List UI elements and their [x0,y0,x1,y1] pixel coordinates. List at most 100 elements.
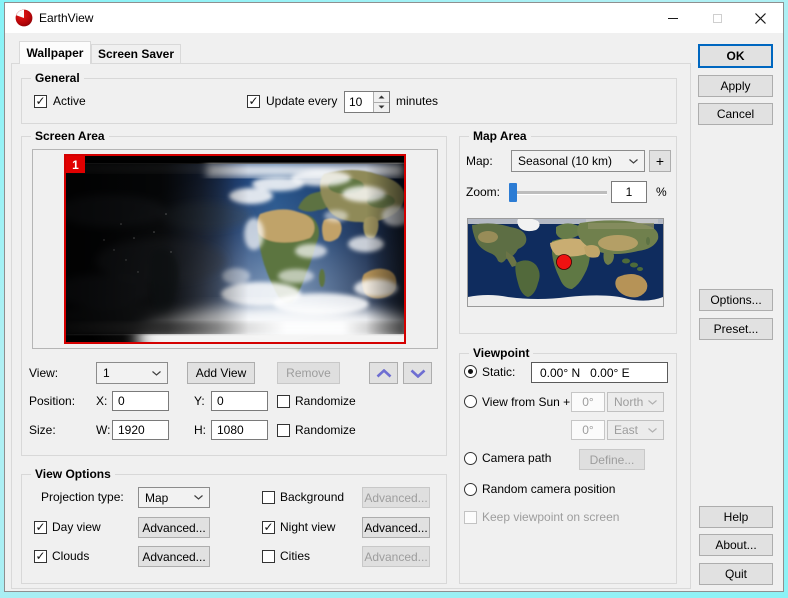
viewpoint-group-title: Viewpoint [469,346,534,361]
zoom-label: Zoom: [466,185,501,199]
clouds-label[interactable]: Clouds [52,549,89,564]
check-icon: ✓ [248,93,259,108]
move-view-up-button[interactable] [369,362,398,384]
static-radio[interactable] [464,365,477,378]
titlebar[interactable]: EarthView [5,3,783,33]
w-label: W: [96,423,111,437]
view-from-sun-label[interactable]: View from Sun + [482,395,570,410]
view-from-sun-radio[interactable] [464,395,477,408]
view-number-badge: 1 [66,156,85,173]
help-label: Help [723,510,749,524]
night-view-advanced-button[interactable]: Advanced... [362,517,430,538]
update-every-label[interactable]: Update every [266,94,337,109]
night-view-label[interactable]: Night view [280,520,335,535]
active-checkbox[interactable]: ✓ [34,95,47,108]
x-input[interactable] [112,391,169,411]
spin-down-button[interactable] [374,101,389,112]
day-view-label[interactable]: Day view [52,520,101,535]
define-path-button: Define... [579,449,645,470]
screen-area-group-title: Screen Area [31,129,109,144]
clouds-advanced-button[interactable]: Advanced... [138,546,210,567]
move-view-down-button[interactable] [403,362,432,384]
static-label[interactable]: Static: [482,365,515,380]
check-icon: ✓ [263,519,274,534]
map-area-group-title: Map Area [469,129,531,144]
night-view-advanced-label: Advanced... [364,520,428,535]
define-path-label: Define... [589,452,635,467]
projection-select[interactable]: Map [138,487,210,508]
sun-lat-offset-input [571,392,605,412]
viewpoint-map[interactable] [467,218,664,307]
view-select[interactable]: 1 [96,362,168,384]
projection-select-value: Map [145,490,169,505]
static-coords-input[interactable] [531,362,668,383]
options-button[interactable]: Options... [699,289,773,311]
camera-path-radio[interactable] [464,452,477,465]
position-randomize-label[interactable]: Randomize [295,394,356,409]
width-input[interactable] [112,420,169,440]
maximize-icon [713,13,722,23]
night-view-checkbox[interactable]: ✓ [262,521,275,534]
chevron-down-icon [629,158,638,164]
spin-up-icon [378,95,385,99]
size-randomize-checkbox[interactable] [277,424,290,437]
random-camera-radio[interactable] [464,483,477,496]
add-map-button[interactable]: + [649,150,671,172]
zoom-input[interactable] [611,181,647,203]
update-every-checkbox[interactable]: ✓ [247,95,260,108]
add-view-button[interactable]: Add View [187,362,255,384]
quit-button[interactable]: Quit [699,563,773,585]
active-label[interactable]: Active [53,94,86,109]
quit-label: Quit [724,567,747,581]
help-button[interactable]: Help [699,506,773,528]
day-view-advanced-button[interactable]: Advanced... [138,517,210,538]
zoom-slider-thumb[interactable] [509,183,517,202]
background-advanced-label: Advanced... [364,490,428,505]
remove-view-button: Remove [277,362,340,384]
cities-checkbox[interactable] [262,550,275,563]
background-label[interactable]: Background [280,490,344,505]
preset-button[interactable]: Preset... [699,318,773,340]
chevron-down-icon [194,495,203,500]
cancel-button[interactable]: Cancel [698,103,773,125]
interval-value[interactable]: 10 [345,92,373,112]
remove-view-label: Remove [286,366,331,380]
ok-button[interactable]: OK [698,44,773,68]
chevron-up-icon [376,368,391,377]
y-input[interactable] [211,391,268,411]
spin-up-button[interactable] [374,92,389,102]
tab-wallpaper-label: Wallpaper [26,46,84,60]
plus-icon: + [655,153,665,169]
map-label: Map: [466,154,493,168]
about-button[interactable]: About... [699,534,773,556]
wallpaper-preview[interactable]: 1 [51,154,481,426]
y-label: Y: [194,394,205,408]
background-checkbox[interactable] [262,491,275,504]
x-label: X: [96,394,108,408]
sun-lon-offset-input [571,420,605,440]
position-randomize-checkbox[interactable] [277,395,290,408]
interval-spinner[interactable]: 10 [344,91,390,113]
day-view-checkbox[interactable]: ✓ [34,521,47,534]
h-label: H: [194,423,206,437]
random-camera-label[interactable]: Random camera position [482,482,615,497]
map-select[interactable]: Seasonal (10 km) [511,150,645,172]
clouds-checkbox[interactable]: ✓ [34,550,47,563]
day-view-advanced-label: Advanced... [142,520,206,535]
camera-path-label[interactable]: Camera path [482,451,551,466]
chevron-down-icon [410,369,425,378]
tab-screensaver[interactable]: Screen Saver [91,44,181,63]
chevron-down-icon [648,399,657,405]
apply-button[interactable]: Apply [698,75,773,97]
cities-label[interactable]: Cities [280,549,310,564]
zoom-slider[interactable] [509,191,607,195]
sun-lon-dir-select: East [607,420,664,440]
height-input[interactable] [211,420,268,440]
minimize-button[interactable] [650,3,695,33]
tab-wallpaper[interactable]: Wallpaper [19,41,91,64]
clouds-advanced-label: Advanced... [142,549,206,564]
size-randomize-label[interactable]: Randomize [295,423,356,438]
close-button[interactable] [738,3,783,33]
sun-lat-dir-select: North [607,392,664,412]
viewpoint-marker-icon[interactable] [556,254,572,270]
